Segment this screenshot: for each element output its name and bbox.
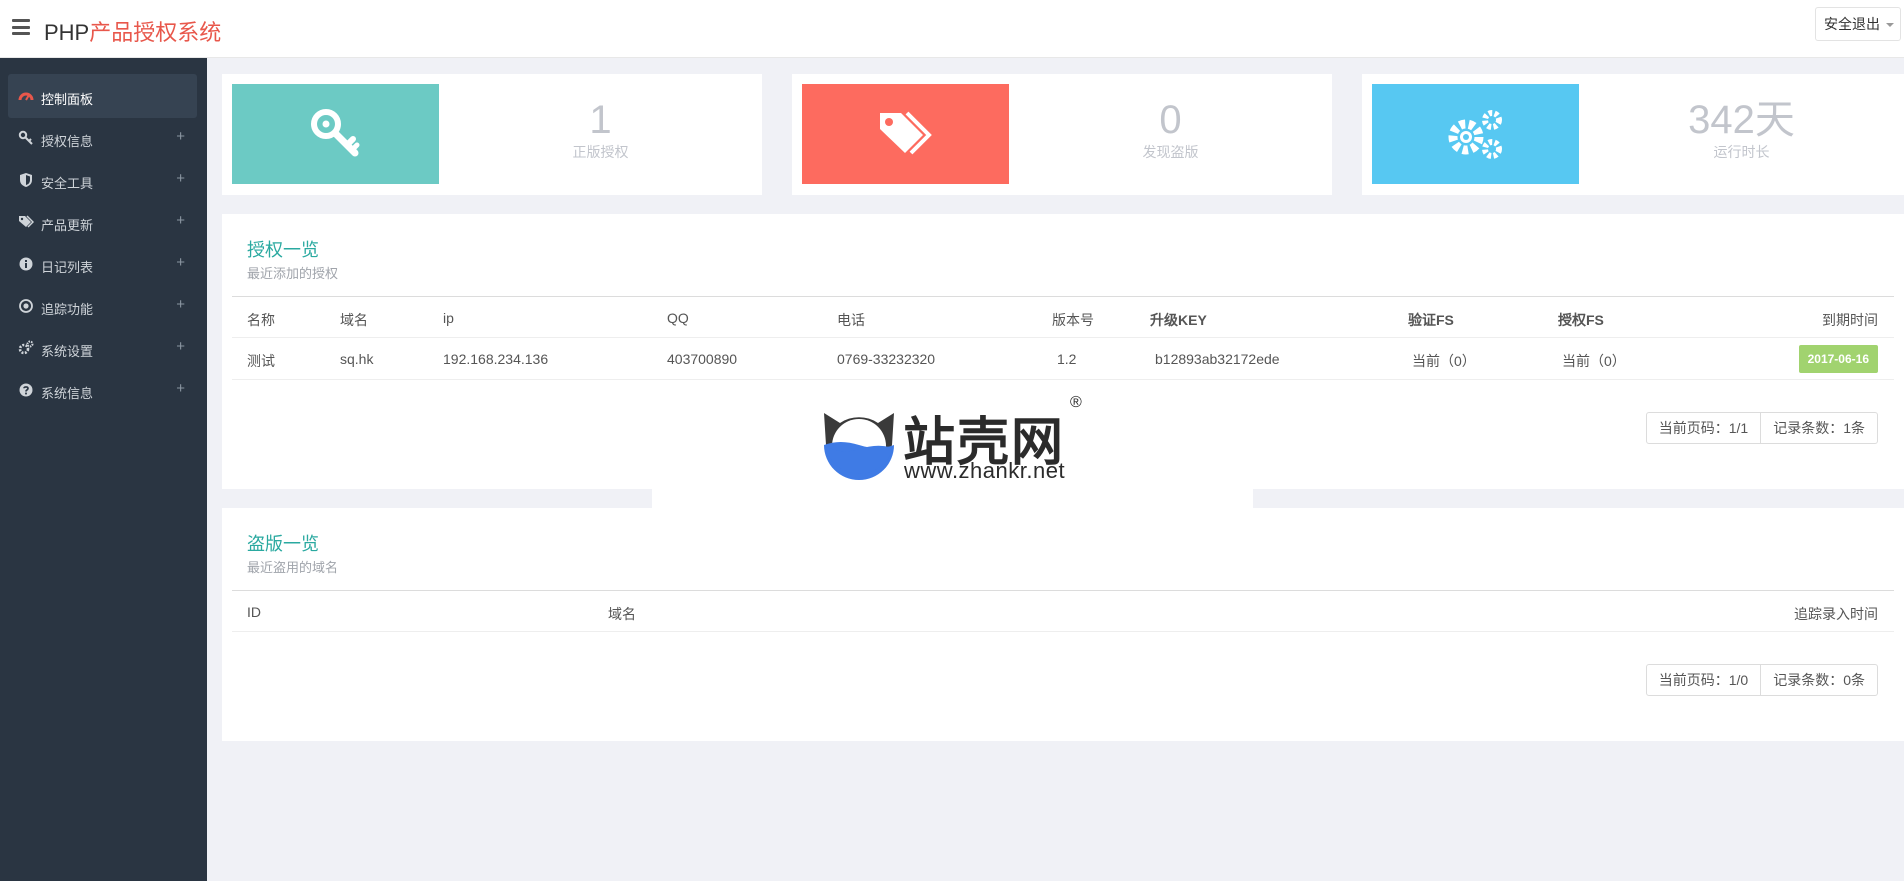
logout-button[interactable]: 安全退出 bbox=[1815, 7, 1901, 41]
license-qq: 403700890 bbox=[667, 351, 738, 367]
sidebar-item-updates[interactable]: 产品更新 + bbox=[8, 200, 197, 244]
license-auth-fs: 当前（0） bbox=[1562, 353, 1626, 369]
column-header: 追踪录入时间 bbox=[1794, 606, 1878, 622]
expand-icon: + bbox=[176, 254, 185, 271]
info-icon bbox=[19, 257, 33, 271]
stat-tile bbox=[232, 84, 439, 184]
column-header: 域名 bbox=[340, 312, 368, 328]
expire-date-badge: 2017-06-16 bbox=[1798, 345, 1878, 373]
sidebar-item-settings[interactable]: 系统设置 + bbox=[8, 326, 197, 370]
record-count[interactable]: 记录条数：1条 bbox=[1760, 413, 1877, 443]
pagination: 当前页码：1/1 记录条数：1条 bbox=[1645, 412, 1878, 444]
stat-label: 发现盗版 bbox=[1142, 144, 1199, 160]
column-header: 域名 bbox=[608, 606, 636, 622]
sidebar-item-label: 产品更新 bbox=[41, 218, 94, 233]
shield-icon bbox=[20, 173, 32, 187]
key-icon bbox=[310, 109, 359, 157]
caret-down-icon bbox=[1886, 23, 1894, 27]
license-name: 测试 bbox=[247, 353, 275, 369]
record-count[interactable]: 记录条数：0条 bbox=[1760, 665, 1877, 695]
app-title: PHP产品授权系统 bbox=[44, 15, 221, 47]
table-row[interactable]: 测试 sq.hk 192.168.234.136 403700890 0769-… bbox=[232, 338, 1894, 380]
stat-value: 1 bbox=[589, 98, 612, 142]
page-indicator[interactable]: 当前页码：1/1 bbox=[1647, 413, 1760, 443]
license-verify-fs: 当前（0） bbox=[1412, 353, 1476, 369]
license-version: 1.2 bbox=[1057, 351, 1077, 367]
column-header: ID bbox=[247, 604, 261, 620]
registered-mark: ® bbox=[1070, 394, 1082, 411]
column-header: ip bbox=[443, 310, 454, 326]
sidebar-item-label: 授权信息 bbox=[41, 134, 94, 149]
question-icon bbox=[19, 383, 33, 397]
sidebar-item-label: 追踪功能 bbox=[41, 302, 94, 317]
column-header: QQ bbox=[667, 310, 689, 326]
cat-logo-icon bbox=[824, 413, 894, 480]
dashboard-icon bbox=[18, 92, 34, 101]
expand-icon: + bbox=[176, 338, 185, 355]
sidebar-item-system-info[interactable]: 系统信息 + bbox=[8, 368, 197, 412]
sidebar-item-security[interactable]: 安全工具 + bbox=[8, 158, 197, 202]
sidebar-item-label: 日记列表 bbox=[41, 260, 94, 275]
panel-title: 盗版一览 bbox=[247, 534, 319, 554]
top-bar: PHP产品授权系统 安全退出 bbox=[0, 0, 1904, 58]
stat-tile bbox=[1372, 84, 1579, 184]
sidebar-item-label: 系统信息 bbox=[41, 386, 94, 401]
panel-title: 授权一览 bbox=[247, 240, 319, 260]
column-header: 验证FS bbox=[1408, 312, 1454, 328]
column-header: 名称 bbox=[247, 312, 275, 328]
key-icon bbox=[18, 130, 33, 145]
tags-icon bbox=[19, 215, 34, 228]
license-key: b12893ab32172ede bbox=[1155, 351, 1280, 367]
stat-tile bbox=[802, 84, 1009, 184]
target-icon bbox=[19, 299, 33, 313]
stat-label: 正版授权 bbox=[572, 144, 629, 160]
stat-value: 0 bbox=[1159, 98, 1182, 142]
license-domain: sq.hk bbox=[340, 351, 374, 367]
column-header: 版本号 bbox=[1052, 312, 1094, 328]
watermark-overlay: 站壳网 ® www.zhankr.net bbox=[652, 380, 1253, 509]
sidebar: 控制面板 授权信息 + 安全工具 + 产品更新 + 日记列表 + 追踪功能 + … bbox=[0, 58, 207, 881]
sidebar-item-tracking[interactable]: 追踪功能 + bbox=[8, 284, 197, 328]
logout-label: 安全退出 bbox=[1824, 16, 1880, 32]
stat-card-piracy: 0 发现盗版 bbox=[792, 74, 1332, 195]
table-header: ID 域名 追踪录入时间 bbox=[232, 590, 1894, 632]
stat-card-uptime: 342天 运行时长 bbox=[1362, 74, 1904, 195]
tags-icon bbox=[879, 111, 932, 155]
brand-prefix: PHP bbox=[44, 20, 90, 45]
sidebar-item-label: 系统设置 bbox=[41, 344, 94, 359]
column-header: 电话 bbox=[837, 312, 865, 328]
expand-icon: + bbox=[176, 170, 185, 187]
expand-icon: + bbox=[176, 296, 185, 313]
piracy-panel: 盗版一览 最近盗用的域名 ID 域名 追踪录入时间 当前页码：1/0 记录条数：… bbox=[222, 508, 1904, 741]
brand-suffix: 产品授权系统 bbox=[89, 20, 222, 45]
pagination: 当前页码：1/0 记录条数：0条 bbox=[1645, 664, 1878, 696]
sidebar-item-label: 控制面板 bbox=[41, 92, 94, 107]
license-ip: 192.168.234.136 bbox=[443, 351, 549, 367]
page-indicator[interactable]: 当前页码：1/0 bbox=[1647, 665, 1760, 695]
menu-toggle-icon[interactable] bbox=[12, 19, 30, 35]
expand-icon: + bbox=[176, 380, 185, 397]
stat-card-genuine: 1 正版授权 bbox=[222, 74, 762, 195]
watermark-url: www.zhankr.net bbox=[904, 458, 1066, 483]
column-header: 授权FS bbox=[1558, 312, 1604, 328]
gears-icon bbox=[1448, 110, 1502, 159]
sidebar-item-license[interactable]: 授权信息 + bbox=[8, 116, 197, 160]
expand-icon: + bbox=[176, 128, 185, 145]
expand-icon: + bbox=[176, 212, 185, 229]
table-header: 名称 域名 ip QQ 电话 版本号 升级KEY 验证FS 授权FS 到期时间 bbox=[232, 296, 1894, 338]
license-phone: 0769-33232320 bbox=[837, 351, 936, 367]
panel-subtitle: 最近添加的授权 bbox=[247, 266, 339, 281]
column-header: 到期时间 bbox=[1822, 312, 1878, 328]
stat-label: 运行时长 bbox=[1713, 144, 1770, 160]
column-header: 升级KEY bbox=[1150, 312, 1207, 328]
sidebar-item-label: 安全工具 bbox=[41, 176, 94, 191]
sidebar-item-logs[interactable]: 日记列表 + bbox=[8, 242, 197, 286]
sidebar-item-dashboard[interactable]: 控制面板 bbox=[8, 74, 197, 118]
gears-icon bbox=[18, 340, 34, 355]
panel-subtitle: 最近盗用的域名 bbox=[247, 560, 339, 575]
stat-value: 342天 bbox=[1688, 98, 1795, 142]
